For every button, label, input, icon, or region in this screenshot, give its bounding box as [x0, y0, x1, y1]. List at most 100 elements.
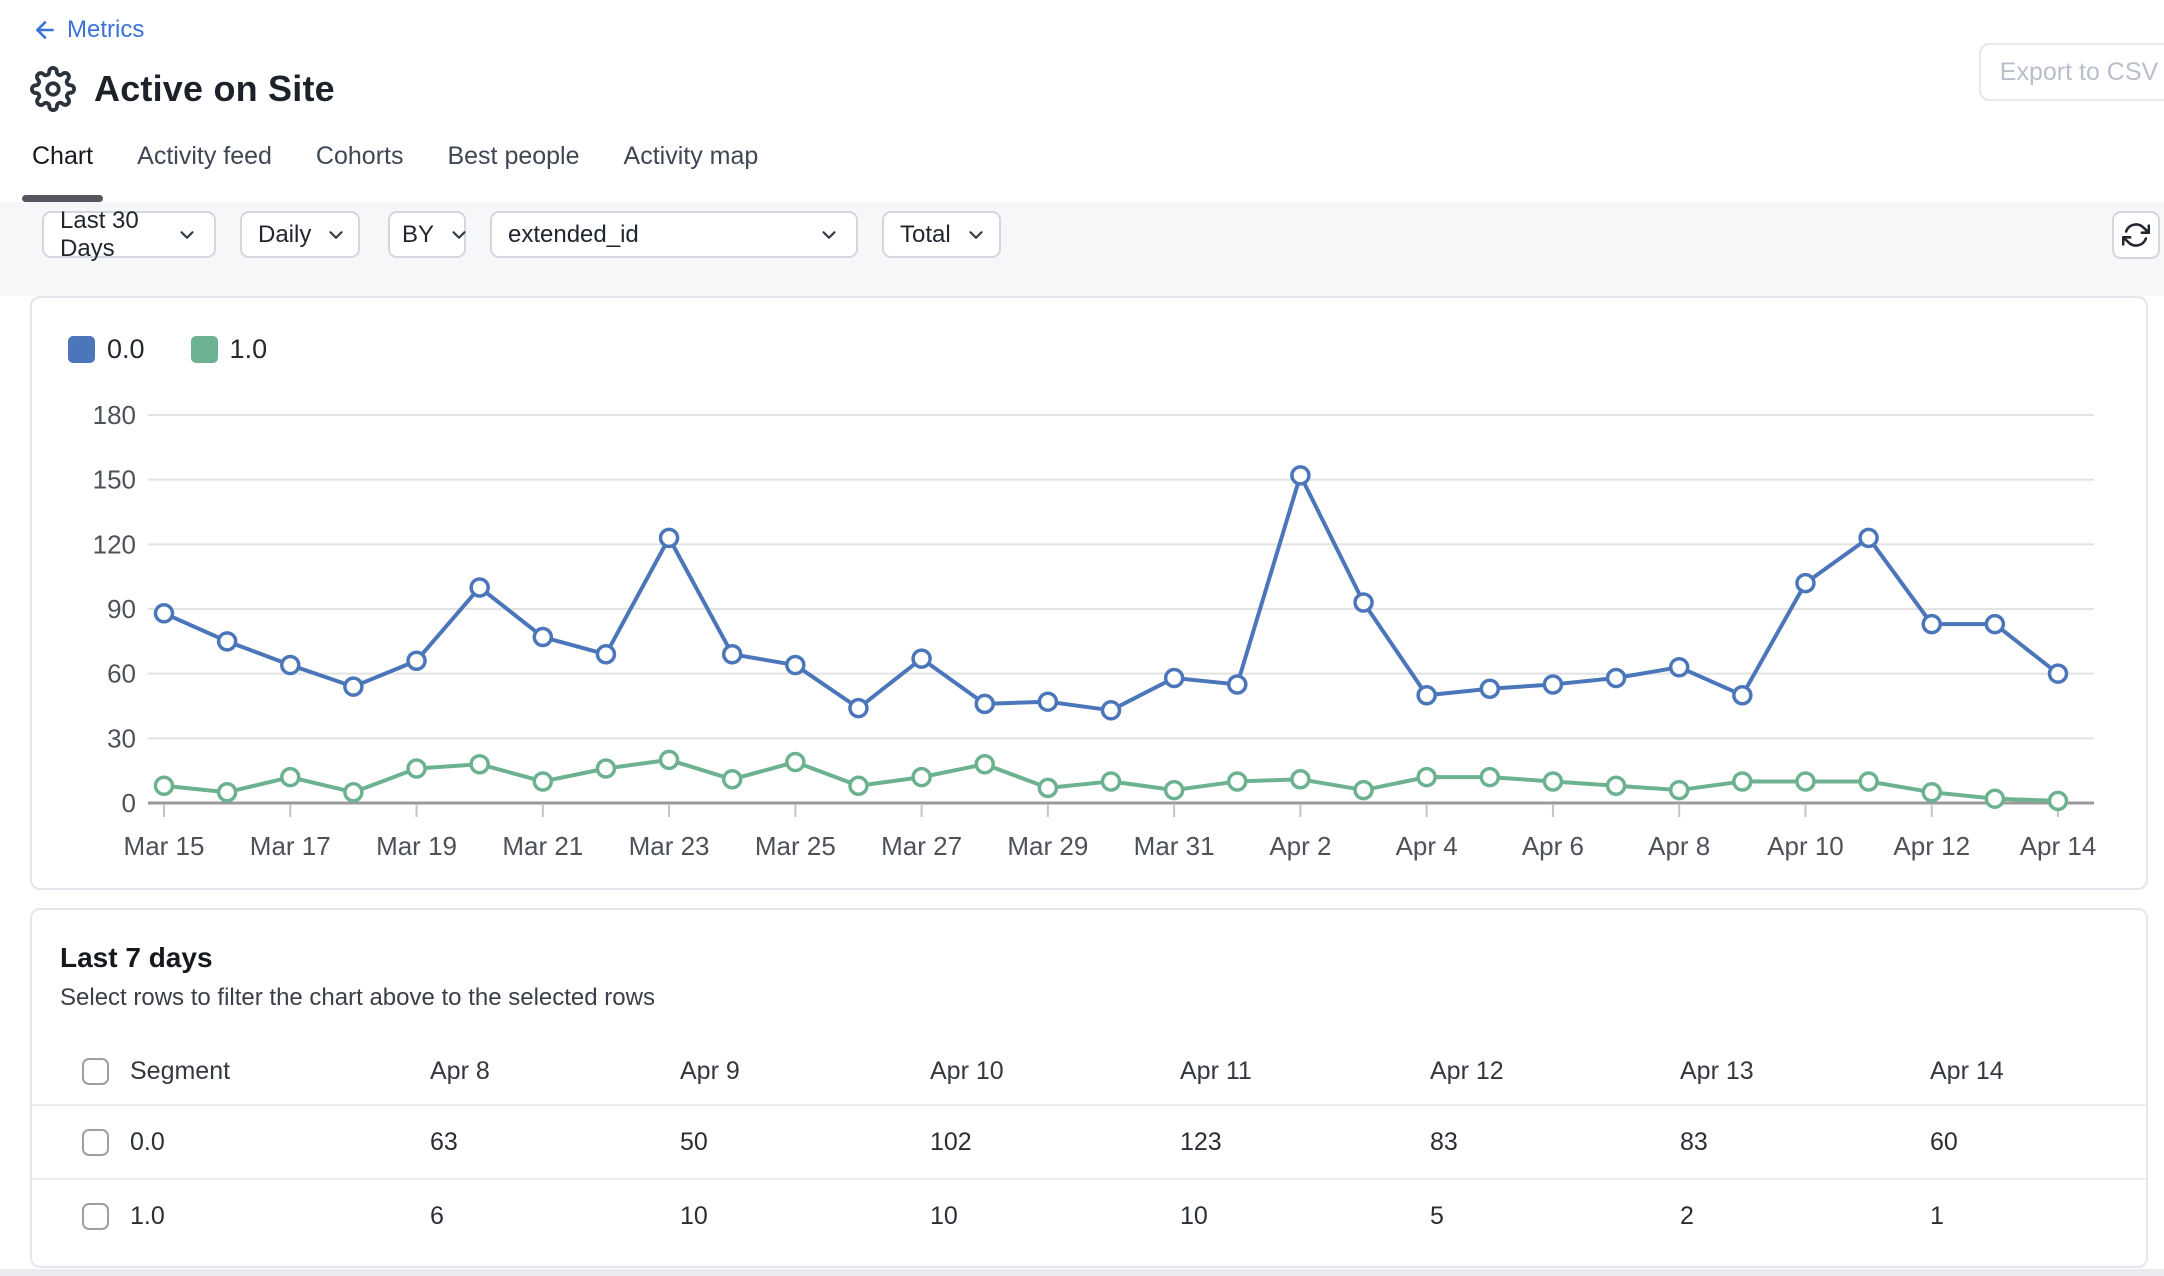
data-point-1.0-Apr-9[interactable] [1734, 773, 1751, 790]
data-point-1.0-Mar-16[interactable] [219, 784, 236, 801]
date-range-dropdown[interactable]: Last 30 Days [42, 211, 216, 258]
data-point-1.0-Mar-23[interactable] [661, 751, 678, 768]
tab-activity-feed[interactable]: Activity feed [135, 142, 274, 202]
data-point-0.0-Mar-31[interactable] [1166, 669, 1183, 686]
page-title: Active on Site [94, 68, 335, 110]
data-point-0.0-Apr-13[interactable] [1986, 616, 2003, 633]
data-point-0.0-Mar-24[interactable] [724, 646, 741, 663]
segment-table-card: Last 7 days Select rows to filter the ch… [30, 908, 2148, 1268]
x-axis-label-Mar-15: Mar 15 [124, 831, 205, 861]
granularity-dropdown[interactable]: Daily [240, 211, 360, 258]
data-point-1.0-Mar-20[interactable] [471, 756, 488, 773]
segment-table: SegmentApr 8Apr 9Apr 10Apr 11Apr 12Apr 1… [32, 1038, 2146, 1252]
data-point-1.0-Mar-25[interactable] [787, 754, 804, 771]
by-label: BY [402, 221, 434, 249]
title-row: Active on Site [30, 66, 335, 112]
data-point-0.0-Mar-28[interactable] [976, 695, 993, 712]
data-point-1.0-Apr-13[interactable] [1986, 790, 2003, 807]
table-title: Last 7 days [60, 942, 213, 974]
export-to-csv-button[interactable]: Export to CSV [1979, 43, 2164, 101]
data-point-1.0-Mar-18[interactable] [345, 784, 362, 801]
data-point-1.0-Apr-12[interactable] [1923, 784, 1940, 801]
y-axis-label-150: 150 [93, 465, 136, 495]
x-axis-label-Apr-4: Apr 4 [1396, 831, 1458, 861]
tab-best-people[interactable]: Best people [445, 142, 581, 202]
data-point-0.0-Apr-8[interactable] [1671, 659, 1688, 676]
data-point-0.0-Mar-23[interactable] [661, 529, 678, 546]
data-point-0.0-Apr-14[interactable] [2050, 665, 2067, 682]
y-axis-label-0: 0 [122, 788, 136, 818]
arrow-left-icon [32, 17, 58, 43]
data-point-1.0-Mar-27[interactable] [913, 769, 930, 786]
legend-item-1.0[interactable]: 1.0 [191, 334, 268, 365]
data-point-0.0-Apr-9[interactable] [1734, 687, 1751, 704]
tab-activity-map[interactable]: Activity map [622, 142, 761, 202]
data-point-0.0-Apr-11[interactable] [1860, 529, 1877, 546]
column-header-Apr-11: Apr 11 [1180, 1057, 1430, 1086]
data-point-1.0-Mar-21[interactable] [534, 773, 551, 790]
data-point-1.0-Apr-8[interactable] [1671, 782, 1688, 799]
data-point-0.0-Mar-30[interactable] [1103, 702, 1120, 719]
data-point-1.0-Apr-11[interactable] [1860, 773, 1877, 790]
data-point-1.0-Mar-24[interactable] [724, 771, 741, 788]
data-point-1.0-Mar-22[interactable] [597, 760, 614, 777]
data-point-0.0-Mar-22[interactable] [597, 646, 614, 663]
data-point-0.0-Mar-18[interactable] [345, 678, 362, 695]
refresh-button[interactable] [2112, 211, 2160, 259]
data-point-1.0-Mar-31[interactable] [1166, 782, 1183, 799]
row-checkbox-1.0[interactable] [82, 1203, 109, 1230]
data-point-1.0-Apr-3[interactable] [1355, 782, 1372, 799]
data-point-0.0-Mar-26[interactable] [850, 700, 867, 717]
data-point-1.0-Apr-2[interactable] [1292, 771, 1309, 788]
data-point-1.0-Apr-6[interactable] [1544, 773, 1561, 790]
data-point-1.0-Apr-4[interactable] [1418, 769, 1435, 786]
data-point-0.0-Mar-17[interactable] [282, 657, 299, 674]
select-all-checkbox[interactable] [82, 1058, 109, 1085]
table-header-row: SegmentApr 8Apr 9Apr 10Apr 11Apr 12Apr 1… [32, 1038, 2146, 1104]
data-point-0.0-Apr-10[interactable] [1797, 575, 1814, 592]
data-point-1.0-Apr-14[interactable] [2050, 792, 2067, 809]
legend-item-0.0[interactable]: 0.0 [68, 334, 145, 365]
data-point-1.0-Apr-7[interactable] [1608, 777, 1625, 794]
data-point-0.0-Apr-1[interactable] [1229, 676, 1246, 693]
data-point-1.0-Apr-5[interactable] [1481, 769, 1498, 786]
property-dropdown[interactable]: extended_id [490, 211, 858, 258]
data-point-0.0-Apr-7[interactable] [1608, 669, 1625, 686]
tab-bar: Chart Activity feed Cohorts Best people … [30, 142, 760, 202]
data-point-0.0-Mar-15[interactable] [156, 605, 173, 622]
data-point-1.0-Mar-19[interactable] [408, 760, 425, 777]
x-axis-label-Mar-25: Mar 25 [755, 831, 836, 861]
data-point-0.0-Mar-16[interactable] [219, 633, 236, 650]
x-axis-label-Apr-12: Apr 12 [1893, 831, 1970, 861]
data-point-1.0-Mar-30[interactable] [1103, 773, 1120, 790]
data-point-0.0-Apr-3[interactable] [1355, 594, 1372, 611]
data-point-0.0-Mar-19[interactable] [408, 652, 425, 669]
data-point-1.0-Mar-29[interactable] [1039, 779, 1056, 796]
by-dropdown[interactable]: BY [388, 211, 466, 258]
data-point-0.0-Apr-5[interactable] [1481, 680, 1498, 697]
data-point-0.0-Mar-25[interactable] [787, 657, 804, 674]
data-point-1.0-Mar-15[interactable] [156, 777, 173, 794]
row-checkbox-0.0[interactable] [82, 1129, 109, 1156]
back-link-metrics[interactable]: Metrics [32, 16, 144, 44]
data-point-0.0-Apr-6[interactable] [1544, 676, 1561, 693]
data-point-1.0-Mar-28[interactable] [976, 756, 993, 773]
column-header-Apr-8: Apr 8 [430, 1057, 680, 1086]
data-point-0.0-Mar-21[interactable] [534, 629, 551, 646]
data-point-0.0-Mar-27[interactable] [913, 650, 930, 667]
data-point-1.0-Mar-26[interactable] [850, 777, 867, 794]
data-point-1.0-Apr-1[interactable] [1229, 773, 1246, 790]
data-point-0.0-Mar-29[interactable] [1039, 693, 1056, 710]
data-point-0.0-Mar-20[interactable] [471, 579, 488, 596]
data-point-0.0-Apr-4[interactable] [1418, 687, 1435, 704]
data-point-0.0-Apr-12[interactable] [1923, 616, 1940, 633]
granularity-value: Daily [258, 221, 311, 249]
data-point-0.0-Apr-2[interactable] [1292, 467, 1309, 484]
y-axis-label-90: 90 [107, 594, 136, 624]
data-point-1.0-Mar-17[interactable] [282, 769, 299, 786]
aggregation-value: Total [900, 221, 951, 249]
aggregation-dropdown[interactable]: Total [882, 211, 1001, 258]
data-point-1.0-Apr-10[interactable] [1797, 773, 1814, 790]
tab-cohorts[interactable]: Cohorts [314, 142, 406, 202]
tab-chart[interactable]: Chart [30, 142, 95, 202]
